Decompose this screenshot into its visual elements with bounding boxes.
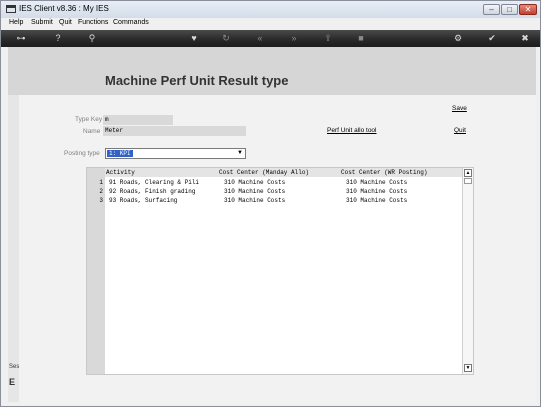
- left-panel-icon: E: [9, 377, 16, 387]
- cost-center-manday-cell[interactable]: 310 Machine Costs: [224, 178, 285, 187]
- restore-button[interactable]: □: [501, 4, 518, 15]
- check-icon[interactable]: ✔: [485, 32, 499, 45]
- app-icon: [6, 5, 16, 13]
- cost-center-wr-cell[interactable]: 310 Machine Costs: [346, 187, 407, 196]
- key-icon[interactable]: ⊶: [10, 32, 32, 45]
- cost-center-wr-cell[interactable]: 310 Machine Costs: [346, 196, 407, 205]
- column-header-activity: Activity: [106, 169, 135, 176]
- posting-type-label: Posting type: [64, 150, 100, 157]
- row-number: 3: [99, 197, 103, 204]
- app-window: IES Client v8.36 : My IES – □ ✕ Help Sub…: [0, 0, 541, 407]
- menu-functions[interactable]: Functions: [78, 19, 108, 26]
- cost-center-wr-cell[interactable]: 310 Machine Costs: [346, 178, 407, 187]
- heart-icon[interactable]: ♥: [187, 32, 201, 45]
- activity-grid: Activity Cost Center (Manday Allo) Cost …: [86, 167, 474, 375]
- posting-type-select[interactable]: 1: KPI ▼: [105, 148, 246, 159]
- close-button[interactable]: ✕: [519, 4, 537, 15]
- activity-cell[interactable]: 91 Roads, Clearing & Pili: [109, 178, 199, 187]
- row-number: 2: [99, 188, 103, 195]
- title-bar: IES Client v8.36 : My IES – □ ✕: [1, 1, 540, 18]
- perf-unit-allo-tool-link[interactable]: Perf Unit allo tool: [327, 127, 377, 134]
- export-icon[interactable]: ⇪: [321, 32, 335, 45]
- save-link[interactable]: Save: [452, 105, 467, 112]
- row-number: 1: [99, 179, 103, 186]
- stop-icon[interactable]: ■: [354, 32, 368, 45]
- activity-cell[interactable]: 92 Roads, Finish grading: [109, 187, 195, 196]
- scroll-thumb[interactable]: [464, 178, 472, 184]
- menu-help[interactable]: Help: [9, 19, 23, 26]
- refresh-icon[interactable]: ↻: [219, 32, 233, 45]
- grid-scrollbar[interactable]: ▲ ▼: [462, 168, 473, 374]
- gear-icon[interactable]: ⚙: [451, 32, 465, 45]
- chevron-down-icon[interactable]: ▼: [236, 150, 244, 157]
- cost-center-manday-cell[interactable]: 310 Machine Costs: [224, 196, 285, 205]
- column-header-cost-center-manday: Cost Center (Manday Allo): [219, 169, 310, 176]
- close-icon[interactable]: ✖: [518, 32, 532, 45]
- name-label: Name: [83, 128, 101, 135]
- scroll-up-icon[interactable]: ▲: [464, 169, 472, 177]
- column-header-cost-center-wr: Cost Center (WR Posting): [341, 169, 428, 176]
- menu-commands[interactable]: Commands: [113, 19, 149, 26]
- grid-header: Activity Cost Center (Manday Allo) Cost …: [105, 168, 462, 177]
- left-panel-label: Ses: [9, 364, 20, 370]
- page-title: Machine Perf Unit Result type: [105, 73, 289, 88]
- left-panel-strip: [8, 95, 19, 402]
- search-icon[interactable]: ⚲: [85, 32, 99, 45]
- cost-center-manday-cell[interactable]: 310 Machine Costs: [224, 187, 285, 196]
- scroll-down-icon[interactable]: ▼: [464, 364, 472, 372]
- rewind-icon[interactable]: «: [253, 32, 267, 45]
- info-icon[interactable]: ?: [51, 32, 65, 45]
- menu-bar: Help Submit Quit Functions Commands: [1, 18, 540, 30]
- type-key-field[interactable]: m: [103, 115, 173, 125]
- fast-forward-icon[interactable]: »: [287, 32, 301, 45]
- quit-link[interactable]: Quit: [454, 127, 466, 134]
- activity-cell[interactable]: 93 Roads, Surfacing: [109, 196, 177, 205]
- window-title: IES Client v8.36 : My IES: [19, 4, 109, 13]
- toolbar: ⊶ ? ⚲ ♥ ↻ « » ⇪ ■ ⚙ ✔ ✖: [1, 30, 540, 47]
- menu-submit[interactable]: Submit: [31, 19, 53, 26]
- minimize-button[interactable]: –: [483, 4, 500, 15]
- menu-quit[interactable]: Quit: [59, 19, 72, 26]
- main-content: Ses E Machine Perf Unit Result type Save…: [8, 47, 536, 402]
- type-key-label: Type Key: [75, 116, 103, 123]
- posting-type-value: 1: KPI: [107, 150, 133, 157]
- name-field[interactable]: Meter: [103, 126, 246, 136]
